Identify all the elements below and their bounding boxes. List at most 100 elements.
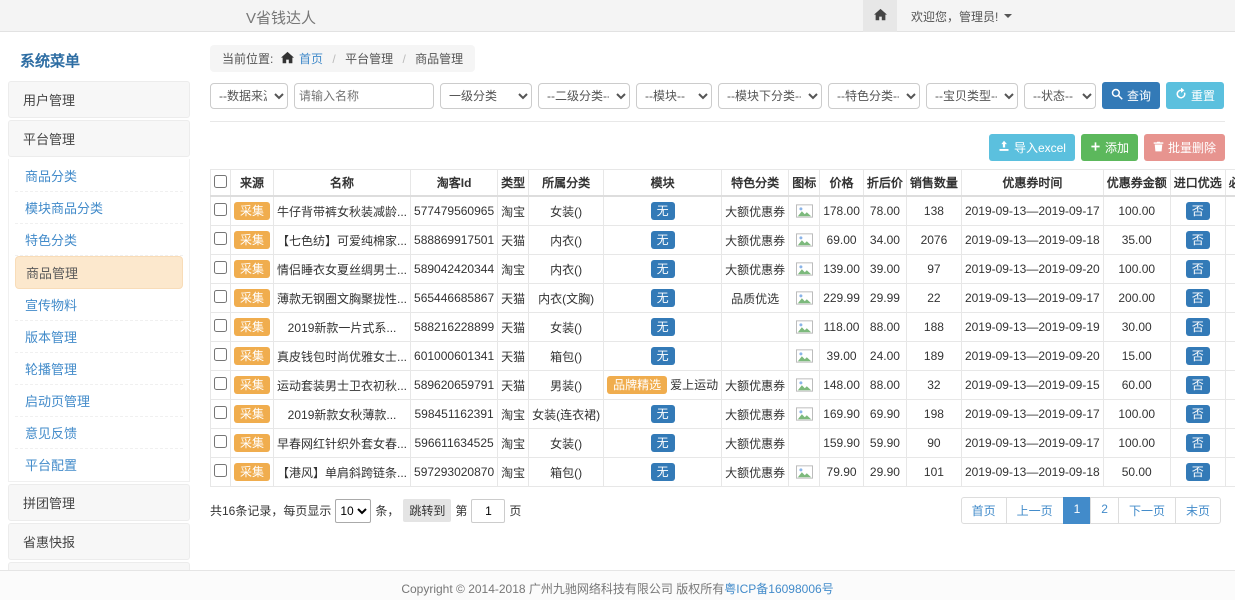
product-type: 天猫 [498,284,529,313]
row-checkbox[interactable] [214,435,227,448]
table-row: 采集真皮钱包时尚优雅女士...601000601341天猫箱包()无39.002… [211,342,1235,371]
product-type: 天猫 [498,342,529,371]
sidebar-item[interactable]: 启动页管理 [15,385,183,417]
module-badge[interactable]: 无 [651,231,675,249]
import-select-badge[interactable]: 否 [1186,289,1210,307]
import-select-badge[interactable]: 否 [1186,260,1210,278]
sidebar-item[interactable]: 宣传物料 [15,289,183,321]
filter-select[interactable]: --数据来源-- [210,83,288,109]
sidebar-item[interactable]: 特色分类 [15,224,183,256]
pager-item[interactable]: 1 [1063,497,1092,524]
pager-item[interactable]: 上一页 [1006,497,1064,524]
sidebar-item[interactable]: 模块商品分类 [15,192,183,224]
import-select-badge[interactable]: 否 [1186,376,1210,394]
product-name: 2019新款一片式系... [274,313,411,342]
module-badge[interactable]: 无 [651,434,675,452]
row-checkbox[interactable] [214,377,227,390]
sales-count: 97 [906,255,961,284]
icon-cell [789,196,820,226]
module-badge[interactable]: 无 [651,347,675,365]
sidebar-group[interactable]: 消息管理 [8,562,190,570]
product-name: 情侣睡衣女夏丝绸男士... [274,255,411,284]
pager-item[interactable]: 2 [1090,497,1119,524]
sidebar-item[interactable]: 版本管理 [15,321,183,353]
home-button[interactable] [863,0,897,32]
sidebar-group[interactable]: 用户管理 [8,81,190,118]
row-checkbox[interactable] [214,406,227,419]
filter-select[interactable]: --特色分类-- [828,83,920,109]
sidebar-item[interactable]: 商品分类 [15,160,183,192]
filter-select[interactable]: --模块-- [636,83,712,109]
import-select-badge[interactable]: 否 [1186,347,1210,365]
import-select-badge[interactable]: 否 [1186,463,1210,481]
jump-button[interactable]: 跳转到 [403,499,451,522]
sidebar-group[interactable]: 平台管理 [8,120,190,157]
module-badge[interactable]: 无 [651,463,675,481]
row-checkbox[interactable] [214,290,227,303]
module-badge[interactable]: 无 [651,318,675,336]
pager-item[interactable]: 首页 [961,497,1007,524]
coupon-amount: 35.00 [1103,226,1170,255]
pager-item[interactable]: 末页 [1175,497,1221,524]
icon-cell [789,255,820,284]
search-button[interactable]: 查询 [1102,82,1160,109]
row-checkbox[interactable] [214,319,227,332]
import-icon [998,140,1010,155]
row-checkbox[interactable] [214,464,227,477]
import-select-badge[interactable]: 否 [1186,318,1210,336]
sales-count: 90 [906,429,961,458]
sidebar-item[interactable]: 轮播管理 [15,353,183,385]
main-content: 当前位置: 首页 / 平台管理 / 商品管理 --数据来源--一级分类--二级分… [210,45,1225,570]
column-header: 折后价 [863,170,906,197]
source-badge: 采集 [234,347,270,365]
row-checkbox[interactable] [214,348,227,361]
icon-cell [789,313,820,342]
module-badge[interactable]: 无 [651,289,675,307]
taoke-id: 577479560965 [411,196,498,226]
module-cell: 无 [604,400,722,429]
filter-select[interactable]: --状态-- [1024,83,1096,109]
welcome-text: 欢迎您，管理员! [911,8,998,25]
filter-select[interactable]: 一级分类 [440,83,532,109]
import-select-badge[interactable]: 否 [1186,405,1210,423]
discount-price: 39.00 [863,255,906,284]
module-badge[interactable]: 无 [651,405,675,423]
column-header: 类型 [498,170,529,197]
sidebar-item[interactable]: 意见反馈 [15,417,183,449]
jump-page-input[interactable] [471,499,505,523]
filter-select[interactable]: --模块下分类-- [718,83,822,109]
import-select-badge[interactable]: 否 [1186,434,1210,452]
breadcrumb-home-link[interactable]: 首页 [299,52,323,66]
select-all-checkbox[interactable] [214,175,227,188]
import-excel-button[interactable]: 导入excel [989,134,1075,161]
sidebar-group[interactable]: 拼团管理 [8,484,190,521]
coupon-amount: 30.00 [1103,313,1170,342]
per-page-select[interactable]: 10 [335,499,371,523]
batch-delete-button[interactable]: 批量删除 [1144,134,1225,161]
sidebar-item[interactable]: 平台配置 [15,449,183,480]
table-row: 采集牛仔背带裤女秋装减龄...577479560965淘宝女装()无大额优惠券1… [211,196,1235,226]
module-badge[interactable]: 品牌精选 [607,376,667,394]
import-select-badge[interactable]: 否 [1186,202,1210,220]
pager-item[interactable]: 下一页 [1118,497,1176,524]
user-menu[interactable]: 欢迎您，管理员! [897,8,1026,25]
module-badge[interactable]: 无 [651,202,675,220]
sidebar-item[interactable]: 商品管理 [15,256,183,289]
column-header: 价格 [820,170,864,197]
add-button[interactable]: 添加 [1081,134,1138,161]
coupon-time: 2019-09-13—2019-09-17 [961,400,1103,429]
import-select-badge[interactable]: 否 [1186,231,1210,249]
reset-button[interactable]: 重置 [1166,82,1224,109]
row-checkbox[interactable] [214,203,227,216]
row-checkbox[interactable] [214,261,227,274]
module-cell: 无 [604,313,722,342]
icp-link[interactable]: 粤ICP备16098006号 [724,582,833,596]
price: 39.00 [820,342,864,371]
row-checkbox[interactable] [214,232,227,245]
name-search-input[interactable] [294,83,434,109]
filter-select[interactable]: --二级分类-- [538,83,630,109]
module-badge[interactable]: 无 [651,260,675,278]
taoke-id: 596611634525 [411,429,498,458]
sidebar-group[interactable]: 省惠快报 [8,523,190,560]
filter-select[interactable]: --宝贝类型-- [926,83,1018,109]
